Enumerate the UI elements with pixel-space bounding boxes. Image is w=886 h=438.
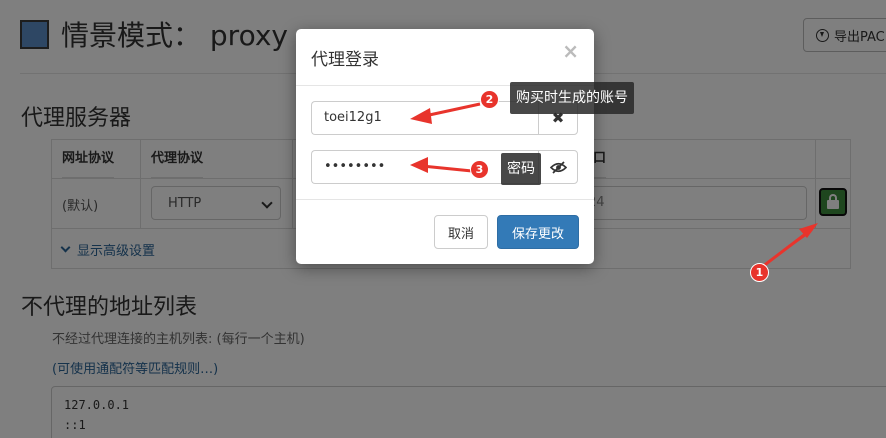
annotation-badge-3: 3: [470, 160, 489, 179]
cancel-button[interactable]: 取消: [434, 215, 488, 249]
username-input[interactable]: toei12g1: [311, 101, 539, 135]
annotation-badge-1: 1: [750, 263, 769, 282]
close-icon[interactable]: ×: [562, 41, 579, 61]
proxy-login-dialog: 代理登录 × toei12g1 ✖ •••••••• 取消 保存更改: [296, 29, 594, 264]
annotation-tip-password: 密码: [501, 153, 541, 185]
annotation-tip-username: 购买时生成的账号: [510, 82, 634, 114]
dialog-footer: 取消 保存更改: [296, 199, 594, 264]
eye-slash-icon[interactable]: [538, 150, 578, 184]
annotation-badge-2: 2: [480, 90, 499, 109]
dialog-title: 代理登录: [311, 50, 379, 70]
save-changes-button[interactable]: 保存更改: [497, 215, 579, 249]
dialog-header: 代理登录 ×: [296, 29, 594, 86]
